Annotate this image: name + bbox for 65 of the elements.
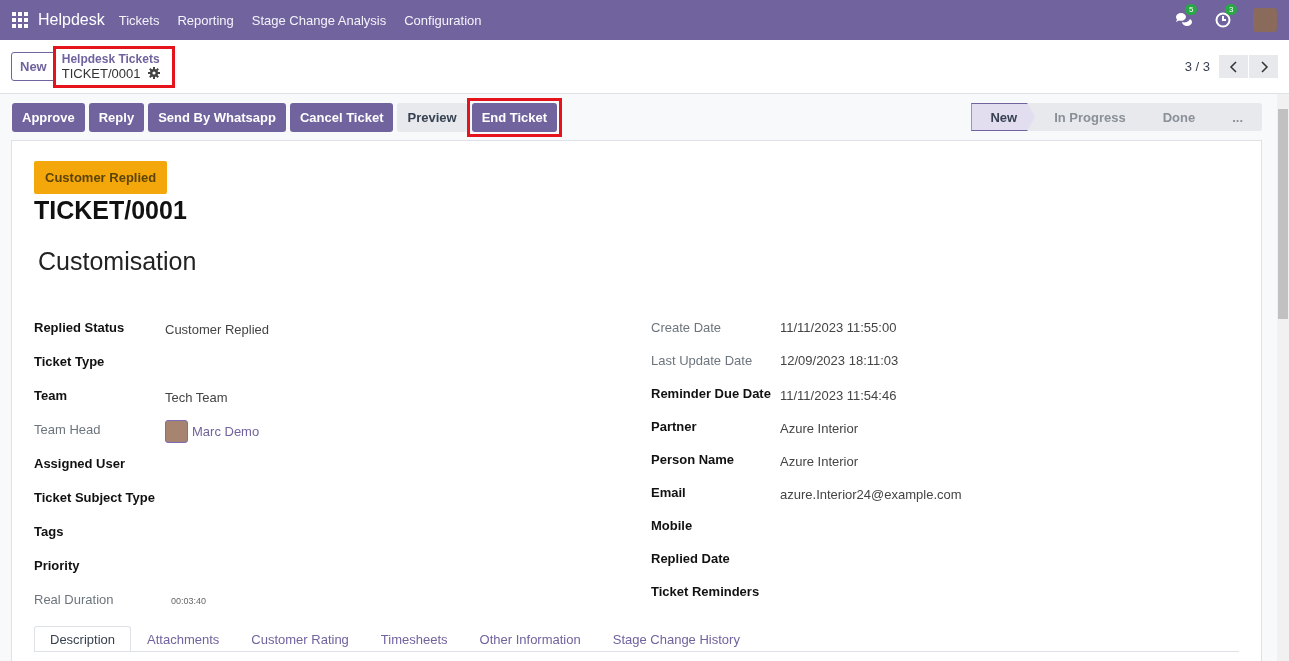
field-value[interactable]: Azure Interior	[780, 419, 859, 436]
chat-icon[interactable]	[1175, 12, 1193, 28]
field-value[interactable]: Azure Interior	[780, 452, 859, 469]
chevron-right-icon	[1258, 60, 1269, 73]
user-link[interactable]: Marc Demo	[192, 424, 260, 439]
field-label: Ticket Subject Type	[34, 490, 156, 505]
action-button[interactable]: Reply	[88, 102, 145, 132]
pager-counter: 3 / 3	[1184, 59, 1210, 74]
menu-item[interactable]: Tickets	[118, 12, 160, 28]
action-button[interactable]: Approve	[12, 102, 85, 132]
field-label: Last Update Date	[651, 353, 754, 368]
scrollbar[interactable]	[1277, 94, 1289, 661]
stage-step[interactable]: New	[971, 103, 1036, 131]
field-value[interactable]: azure.Interior24@example.com	[780, 485, 962, 502]
action-button[interactable]: Send By Whatsapp	[148, 102, 286, 132]
user-avatar	[165, 420, 188, 443]
app-name[interactable]: Helpdesk	[38, 11, 105, 29]
field-label: Ticket Reminders	[651, 584, 761, 599]
notebook-tab[interactable]: Stage Change History	[596, 626, 756, 651]
chevron-left-icon	[1228, 60, 1239, 73]
field-label: Email	[651, 485, 687, 500]
status-badge: Customer Replied	[34, 161, 168, 194]
notebook-tab[interactable]: Other Information	[463, 626, 597, 651]
field-label: Replied Date	[651, 551, 731, 566]
field-label: Replied Status	[34, 320, 126, 335]
menu-item[interactable]: Stage Change Analysis	[251, 12, 387, 28]
notebook-tab[interactable]: Description	[34, 626, 132, 651]
action-button[interactable]: End Ticket	[471, 102, 558, 132]
field-value[interactable]: Customer Replied	[165, 320, 270, 337]
action-button[interactable]: Cancel Ticket	[289, 102, 394, 132]
notebook-tab[interactable]: Attachments	[131, 626, 236, 651]
message-count: 5	[1185, 4, 1198, 15]
previous-button[interactable]	[1219, 55, 1248, 78]
ticket-number: TICKET/0001	[34, 196, 188, 225]
field-label: Priority	[34, 558, 81, 573]
field-label: Ticket Type	[34, 354, 106, 369]
field-value[interactable]: Tech Team	[165, 388, 228, 405]
field-label: Reminder Due Date	[651, 386, 772, 401]
menu-item[interactable]: Configuration	[404, 12, 482, 28]
breadcrumb-link[interactable]: Helpdesk Tickets	[61, 51, 160, 66]
apps-grid-icon[interactable]	[12, 12, 28, 28]
new-button[interactable]: New	[11, 52, 56, 81]
field-label: Real Duration	[34, 592, 115, 607]
ticket-subject[interactable]: Customisation	[38, 247, 1239, 276]
record-name: TICKET/0001	[61, 65, 141, 81]
next-button[interactable]	[1249, 55, 1278, 78]
field-label: Tags	[34, 524, 65, 539]
field-value[interactable]: 11/11/2023 11:55:00	[780, 320, 897, 335]
field-value: 00:03:40	[170, 595, 207, 606]
field-label: Mobile	[651, 518, 694, 533]
field-value[interactable]: 11/11/2023 11:54:46	[780, 386, 897, 403]
notebook-tab[interactable]: Customer Rating	[235, 626, 365, 651]
field-value[interactable]: 12/09/2023 18:11:03	[780, 353, 899, 368]
field-label: Assigned User	[34, 456, 127, 471]
activity-count: 3	[1225, 4, 1238, 15]
field-label: Team Head	[34, 422, 102, 437]
field-label: Team	[34, 388, 68, 403]
field-label: Partner	[651, 419, 698, 434]
action-button[interactable]: Preview	[397, 102, 467, 132]
notebook-tab[interactable]: Timesheets	[364, 626, 464, 651]
menu-item[interactable]: Reporting	[177, 12, 234, 28]
settings-icon[interactable]	[147, 67, 160, 79]
field-label: Create Date	[651, 320, 723, 335]
clock-icon[interactable]	[1215, 12, 1231, 28]
field-label: Person Name	[651, 452, 736, 467]
